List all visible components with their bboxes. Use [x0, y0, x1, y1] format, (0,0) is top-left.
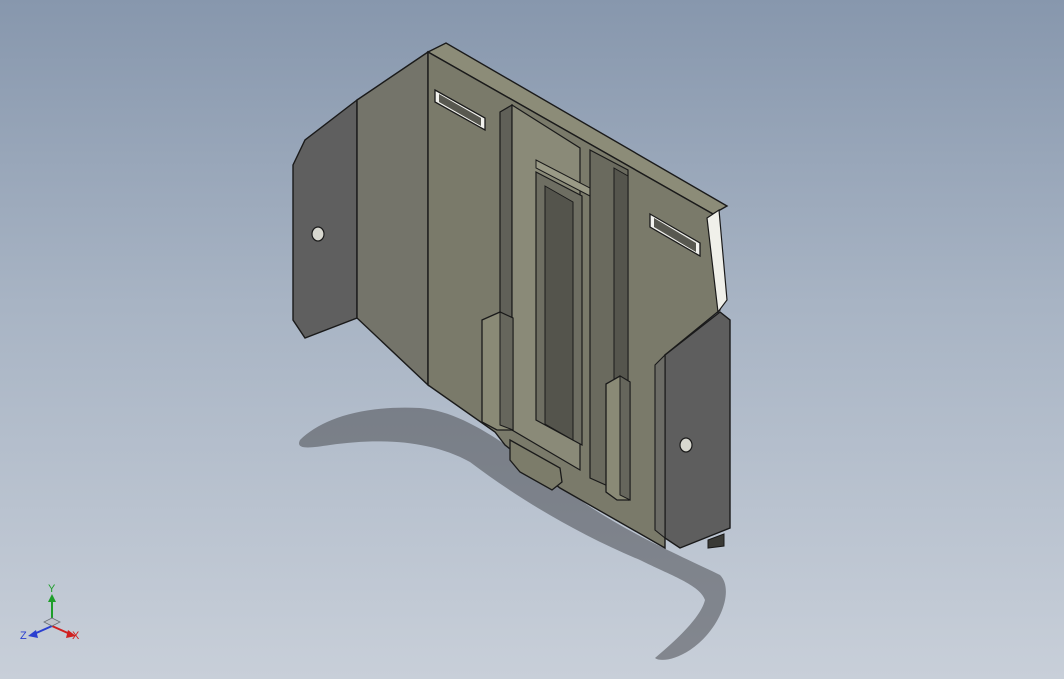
right-flange-edge: [654, 353, 666, 540]
left-flange-hole: [311, 226, 325, 242]
clip-left-side: [499, 311, 514, 431]
channel-inner-slot: [544, 185, 574, 441]
triad-plane: [43, 617, 61, 627]
z-axis-arrow: [33, 625, 53, 635]
left-angled-face: [356, 50, 429, 387]
y-axis-label: Y: [48, 583, 56, 595]
clip-right-side: [619, 375, 631, 501]
z-arrow-head: [28, 630, 38, 638]
z-axis-label: Z: [20, 630, 27, 642]
graphics-viewport[interactable]: Y X Z: [0, 0, 1064, 679]
y-arrow-head: [48, 594, 56, 602]
x-axis-label: X: [72, 630, 80, 642]
left-flange: [292, 98, 358, 339]
right-flange: [664, 311, 731, 549]
model-view[interactable]: [0, 0, 1064, 679]
axis-triad[interactable]: Y X Z: [18, 584, 88, 654]
right-flange-hole: [679, 437, 693, 453]
